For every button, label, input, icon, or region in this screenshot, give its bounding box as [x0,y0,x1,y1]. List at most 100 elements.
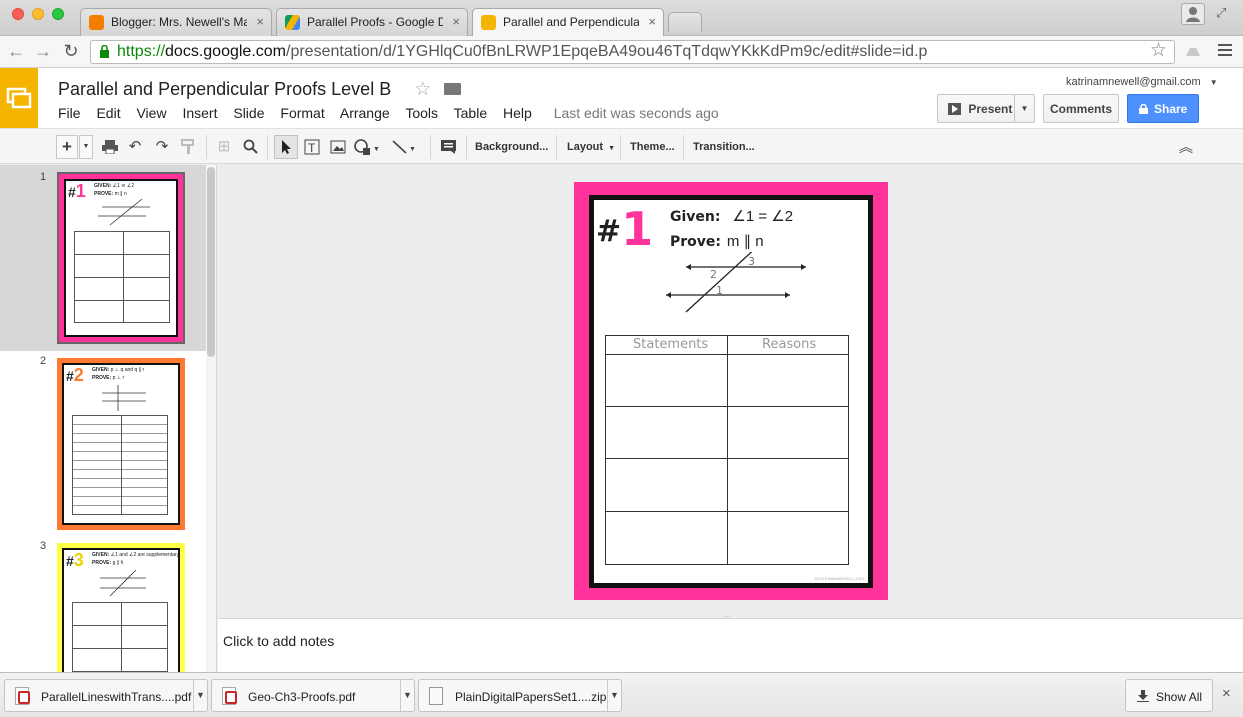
show-all-downloads-button[interactable]: Show All [1125,679,1213,712]
zoom-icon[interactable] [240,135,260,159]
text-box-icon[interactable]: T [302,135,322,159]
thumb-title-number: 2 [73,365,84,385]
url-path: /presentation/d/1YGHlqCu0fBnLRWP1EpqeBA4… [286,43,928,60]
thumb-given-text: ∠1 ≅ ∠2 [112,183,135,189]
menu-view[interactable]: View [136,105,166,121]
chevron-down-icon[interactable]: ▼ [193,680,207,711]
maximize-window-button[interactable] [52,8,64,20]
layout-button[interactable]: Layout ▼ [567,135,615,159]
comments-button[interactable]: Comments [1043,94,1119,123]
browser-tab-blogger[interactable]: Blogger: Mrs. Newell's Math × [80,8,272,36]
download-filename: ParallelLineswithTrans....pdf [41,690,192,704]
menu-icon[interactable] [1218,44,1232,56]
chevron-down-icon[interactable]: ▼ [400,680,414,711]
slides-logo-icon[interactable] [0,68,38,128]
download-item-2[interactable]: Geo-Ch3-Proofs.pdf ▼ [211,679,415,712]
slide-thumbnail-3[interactable]: #3 GIVEN: ∠1 and ∠2 are supplementary PR… [57,543,185,672]
browser-tab-slides[interactable]: Parallel and Perpendicular × [472,8,664,37]
select-tool-icon[interactable] [274,135,298,159]
collapse-toolbar-icon[interactable]: ︽ [1176,135,1196,159]
image-icon[interactable] [328,135,348,159]
transition-button[interactable]: Transition... [693,135,755,159]
comments-label: Comments [1049,102,1112,116]
share-button[interactable]: Share [1127,94,1199,123]
menu-tools[interactable]: Tools [405,105,438,121]
background-button[interactable]: Background... [475,135,548,159]
menu-file[interactable]: File [58,105,81,121]
reload-icon[interactable]: ↻ [61,41,81,62]
notes-placeholder: Click to add notes [223,633,335,649]
angle-label-1: 1 [716,284,723,297]
line-icon[interactable]: ▼ [391,135,423,159]
menu-slide[interactable]: Slide [233,105,264,121]
comment-icon[interactable] [438,135,458,159]
menu-format[interactable]: Format [280,105,324,121]
chevron-down-icon: ▼ [409,146,416,153]
slide-title: #1 [596,202,653,256]
menu-arrange[interactable]: Arrange [340,105,390,121]
download-filename: PlainDigitalPapersSet1....zip [455,690,607,704]
thumb-proof-table [74,231,170,323]
close-window-button[interactable] [12,8,24,20]
scrollbar-thumb[interactable] [207,167,215,357]
new-tab-button[interactable] [668,12,702,32]
angle-label-2: 2 [710,268,717,281]
back-icon[interactable]: ← [6,41,26,62]
browser-tab-drive[interactable]: Parallel Proofs - Google Dr × [276,8,468,36]
menu-insert[interactable]: Insert [182,105,217,121]
paint-format-icon[interactable] [178,135,198,159]
minimize-window-button[interactable] [32,8,44,20]
undo-icon[interactable]: ↶ [125,135,145,159]
chevron-down-icon: ▼ [373,146,380,153]
download-item-3[interactable]: PlainDigitalPapersSet1....zip ▼ [418,679,622,712]
fullscreen-icon[interactable]: ⤢ [1216,5,1226,21]
present-button[interactable]: Present [937,94,1015,123]
print-icon[interactable] [100,135,120,159]
user-profile-icon[interactable] [1181,3,1205,25]
thumb-diagram [100,569,146,597]
star-icon[interactable]: ☆ [414,79,431,100]
present-options-button[interactable]: ▼ [1014,94,1035,123]
thumb-proof-table [72,602,168,672]
slide-thumbnail-2[interactable]: #2 GIVEN: p ⊥ q and q ∥ r PROVE: p ⊥ r [57,358,185,530]
close-downloads-icon[interactable]: × [1222,685,1231,702]
chevron-down-icon[interactable]: ▼ [607,680,621,711]
drive-extension-icon[interactable] [1184,44,1202,58]
layout-label: Layout [567,141,604,153]
slide-number: 1 [40,171,47,183]
document-title-text: Parallel and Perpendicular Proofs Level … [58,79,392,99]
slide-filmstrip: 1 #1 GIVEN: ∠1 ≅ ∠2 PROVE: m ∥ n 2 #2 GI… [0,165,217,672]
last-edit-status[interactable]: Last edit was seconds ago [554,105,719,121]
download-item-1[interactable]: ParallelLineswithTrans....pdf ▼ [4,679,208,712]
account-email[interactable]: katrinamnewell@gmail.com ▼ [1066,76,1218,88]
table-header-line [606,354,848,355]
download-filename: Geo-Ch3-Proofs.pdf [248,690,356,704]
table-divider-vertical [727,336,728,564]
new-slide-options-icon[interactable]: ▼ [79,135,93,159]
zoom-fit-icon[interactable]: ⊞ [214,135,234,159]
filmstrip-scrollbar[interactable] [206,165,216,672]
speaker-notes[interactable]: Click to add notes [218,618,1243,672]
bookmark-star-icon[interactable]: ☆ [1150,39,1167,62]
menu-table[interactable]: Table [454,105,487,121]
forward-icon[interactable]: → [33,41,53,62]
docs-header: Parallel and Perpendicular Proofs Level … [0,68,1243,128]
theme-button[interactable]: Theme... [630,135,675,159]
thumb-title-number: 1 [75,181,86,201]
close-tab-icon[interactable]: × [648,14,656,29]
menu-help[interactable]: Help [503,105,532,121]
shape-icon[interactable]: ▼ [353,135,385,159]
url-scheme: https:// [117,43,166,60]
close-tab-icon[interactable]: × [256,14,264,29]
menu-edit[interactable]: Edit [96,105,120,121]
slide-thumbnail-1[interactable]: #1 GIVEN: ∠1 ≅ ∠2 PROVE: m ∥ n [57,172,185,344]
redo-icon[interactable]: ↷ [152,135,172,159]
close-tab-icon[interactable]: × [452,14,460,29]
pdf-icon [15,687,30,705]
thumb-proof-table [72,415,168,515]
new-slide-button[interactable]: + [56,135,78,159]
current-slide[interactable]: #1 Given: ∠1 = ∠2 Prove: m ∥ n 2 3 1 Sta… [574,182,888,600]
url-bar[interactable]: https://docs.google.com/presentation/d/1… [90,40,1175,64]
folder-icon[interactable] [444,83,462,95]
document-title[interactable]: Parallel and Perpendicular Proofs Level … [58,78,462,101]
